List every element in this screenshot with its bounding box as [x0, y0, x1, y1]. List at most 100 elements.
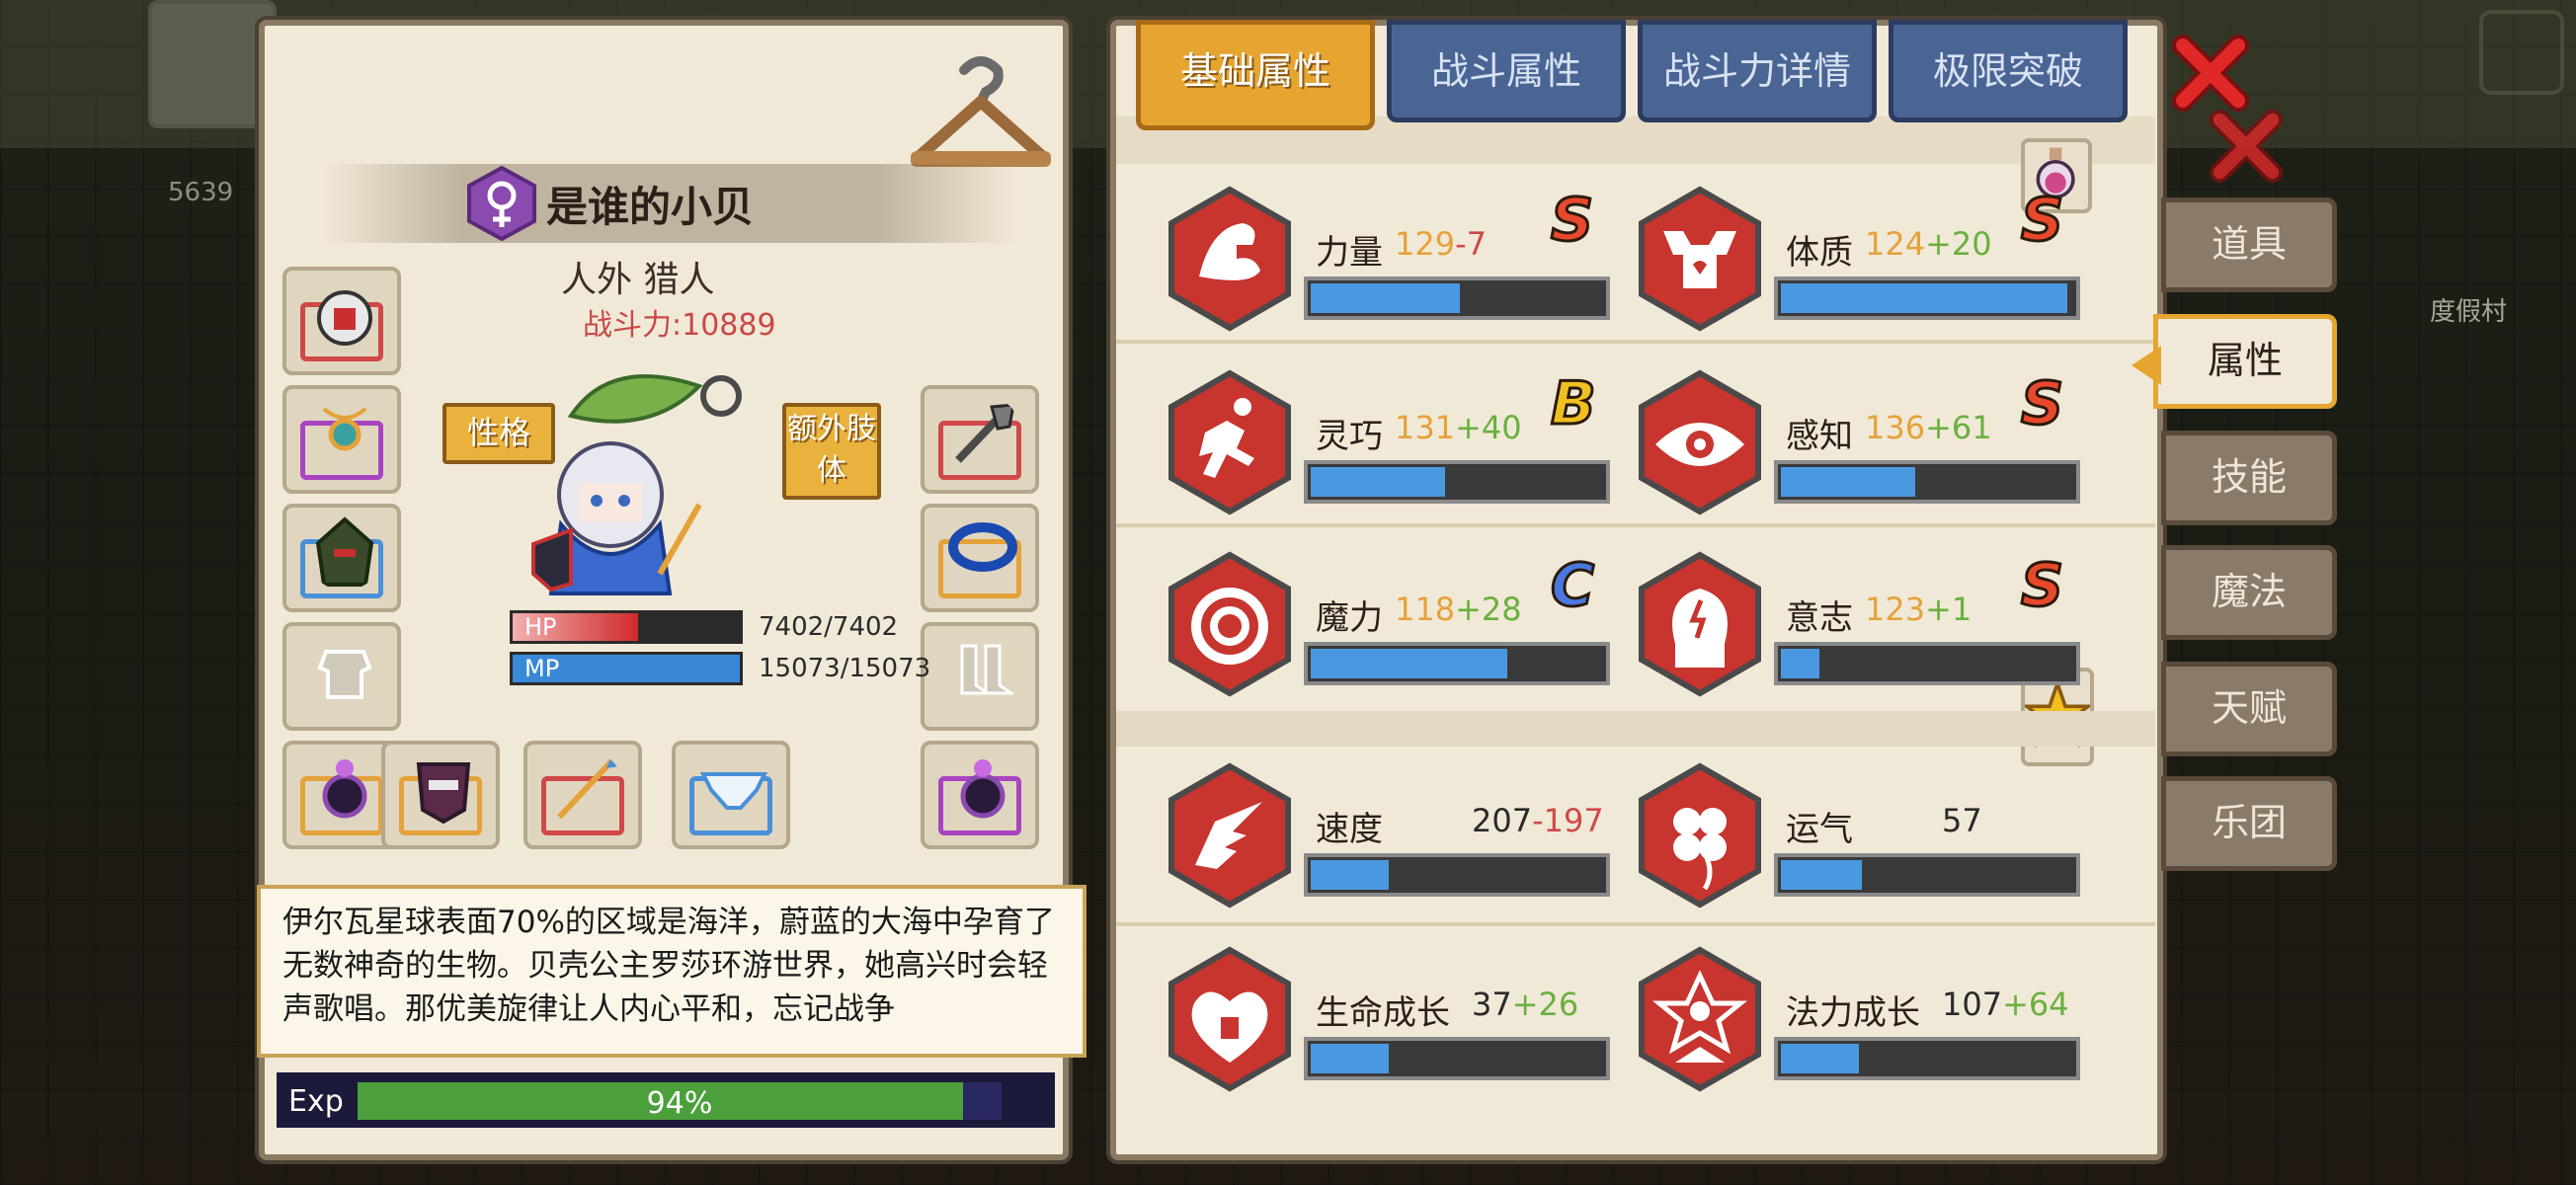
stat-bar	[1304, 853, 1610, 897]
equip-slot-head[interactable]	[282, 267, 401, 375]
armor-placeholder-icon	[317, 650, 372, 699]
stat-luck: 运气 57	[1636, 762, 2100, 920]
stat-base: 107	[1942, 986, 2003, 1023]
stat-mod: +40	[1455, 409, 1522, 446]
stat-perception: 感知 136+61 S	[1636, 368, 2100, 527]
equip-slot-body[interactable]	[282, 504, 401, 612]
agility-icon	[1168, 369, 1291, 515]
close-icon-secondary[interactable]	[2209, 109, 2284, 184]
ring-icon	[322, 759, 367, 819]
stat-base: 124	[1865, 225, 1926, 263]
character-description: 伊尔瓦星球表面70%的区域是海洋，蔚蓝的大海中孕育了无数神奇的生物。贝壳公主罗莎…	[257, 885, 1087, 1058]
vitals: HP 7402/7402 MP 15073/15073	[510, 610, 930, 693]
stat-name: 速度	[1316, 810, 1383, 849]
stat-mod: -197	[1532, 802, 1604, 839]
stat-bar-fill	[1778, 464, 1918, 500]
mp-label: MP	[524, 655, 560, 682]
stat-value: 136+61	[1865, 409, 1992, 446]
character-panel: 是谁的小贝 人外 猎人 战斗力:10889 性格 额外肢体 HP 7402/74…	[257, 20, 1087, 1160]
character-name: 是谁的小贝	[546, 183, 755, 231]
equip-slot-armor-empty[interactable]	[282, 622, 401, 731]
stat-name: 力量	[1316, 233, 1383, 273]
stat-bar-fill	[1308, 1041, 1392, 1076]
equip-slot-neck[interactable]	[282, 385, 401, 494]
tab-basic-attributes[interactable]: 基础属性	[1136, 20, 1375, 130]
tab-power-details[interactable]: 战斗力详情	[1638, 20, 1877, 122]
mp-row: MP 15073/15073	[510, 652, 930, 687]
hp-label: HP	[524, 613, 557, 641]
stat-base: 123	[1865, 591, 1926, 628]
background-avatar	[148, 0, 277, 128]
stat-value: 124+20	[1865, 225, 1992, 263]
stat-bar-fill	[1308, 464, 1448, 500]
equip-slot-bracelet[interactable]	[921, 504, 1039, 612]
stat-base: 136	[1865, 409, 1926, 446]
strength-icon	[1168, 186, 1291, 332]
equip-slot-weapon[interactable]	[523, 741, 642, 849]
equip-slot-offhand[interactable]	[921, 385, 1039, 494]
hp-row: HP 7402/7402	[510, 610, 925, 646]
side-menu-items[interactable]: 道具	[2161, 198, 2337, 292]
stat-name: 感知	[1786, 417, 1853, 456]
stat-value: 37+26	[1472, 986, 1578, 1023]
exp-percent: 94%	[646, 1086, 713, 1121]
stat-bar-fill	[1778, 1041, 1862, 1076]
stat-base: 37	[1472, 986, 1512, 1023]
tab-combat-attributes[interactable]: 战斗属性	[1387, 20, 1626, 122]
side-menu-talents[interactable]: 天赋	[2161, 662, 2337, 756]
stat-bar	[1774, 853, 2080, 897]
active-indicator-arrow-icon	[2132, 346, 2161, 385]
stat-value: 123+1	[1865, 591, 1972, 628]
close-icon[interactable]	[2171, 34, 2250, 113]
amulet-icon	[322, 407, 367, 451]
stat-will: 意志 123+1 S	[1636, 550, 2100, 709]
wardrobe-hanger-icon[interactable]	[907, 50, 1055, 179]
stat-value: 131+40	[1395, 409, 1522, 446]
stat-bar-fill	[1308, 280, 1464, 316]
mp-bar: MP	[510, 652, 743, 685]
extra-limbs-button[interactable]: 额外肢体	[782, 403, 881, 500]
winged-boot-icon	[1168, 762, 1291, 908]
side-menu-band[interactable]: 乐团	[2161, 776, 2337, 871]
stat-value: 57	[1942, 802, 1982, 839]
equip-slot-ring-right[interactable]	[921, 741, 1039, 849]
eye-icon	[1639, 369, 1761, 515]
stat-base: 129	[1395, 225, 1456, 263]
magic-sigil-icon	[1639, 946, 1761, 1092]
hood-icon	[315, 516, 374, 587]
tab-limit-break[interactable]: 极限突破	[1889, 20, 2128, 122]
stat-magic: 魔力 118+28 C	[1166, 550, 1630, 709]
hp-bar: HP	[510, 610, 743, 644]
boots-placeholder-icon	[960, 644, 1016, 695]
stat-mod: +1	[1925, 591, 1972, 628]
head-icon	[1639, 551, 1761, 697]
stat-mod: +28	[1455, 591, 1522, 628]
combat-power-value: 10889	[682, 308, 776, 343]
side-menu-attributes[interactable]: 属性	[2153, 314, 2337, 409]
stat-bar	[1774, 1037, 2080, 1080]
equip-slot-boots-empty[interactable]	[921, 622, 1039, 731]
clover-icon	[1639, 762, 1761, 908]
stat-mp-growth: 法力成长 107+64	[1636, 946, 2100, 1104]
stat-bar	[1304, 1037, 1610, 1080]
stat-mod: -7	[1455, 225, 1487, 263]
side-menu-skills[interactable]: 技能	[2161, 431, 2337, 525]
stat-value: 118+28	[1395, 591, 1522, 628]
exp-label: Exp	[288, 1084, 344, 1119]
stat-bar-fill	[1778, 280, 2070, 316]
swirl-icon	[1168, 551, 1291, 697]
stat-agility: 灵巧 131+40 B	[1166, 368, 1630, 527]
stat-name: 体质	[1786, 233, 1853, 273]
stat-mod: +64	[2002, 986, 2069, 1023]
row-separator	[1116, 922, 2155, 926]
stat-value: 129-7	[1395, 225, 1487, 263]
equip-slot-underwear[interactable]	[672, 741, 790, 849]
ring-icon	[960, 759, 1006, 819]
grade-badge: S	[2019, 550, 2064, 622]
stat-speed: 速度 207-197	[1166, 762, 1630, 920]
stat-name: 生命成长	[1316, 993, 1450, 1033]
equip-slot-accessory[interactable]	[381, 741, 500, 849]
character-sprite	[531, 374, 742, 595]
side-menu-magic[interactable]: 魔法	[2161, 545, 2337, 640]
grade-badge: C	[1549, 550, 1595, 622]
